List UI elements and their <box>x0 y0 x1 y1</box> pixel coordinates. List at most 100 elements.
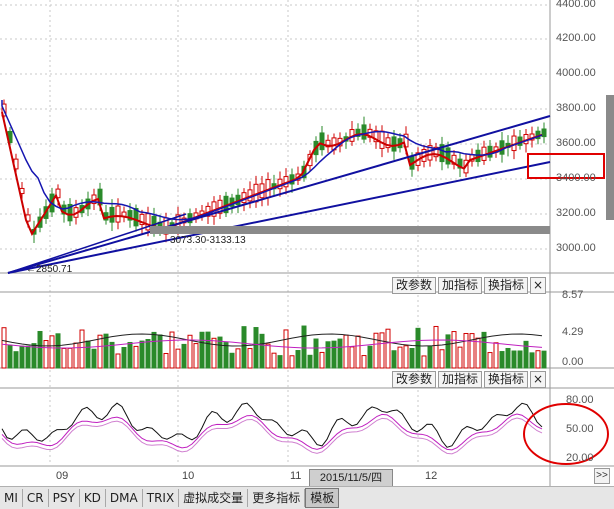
volume-bar <box>475 337 481 369</box>
month-label: 09 <box>56 470 69 482</box>
volume-bar <box>373 332 379 369</box>
volume-bar <box>139 340 145 369</box>
volume-bar <box>319 351 325 369</box>
volume-bar <box>85 340 91 369</box>
price-tick: 3000.00 <box>556 242 596 254</box>
volume-bar <box>331 340 337 369</box>
volume-bar <box>121 346 127 369</box>
price-tick: 4200.00 <box>556 32 596 44</box>
volume-bar <box>91 348 97 369</box>
tab-dma[interactable]: DMA <box>106 489 143 507</box>
volume-bar <box>487 352 493 369</box>
volume-bar <box>157 334 163 369</box>
tab-trix[interactable]: TRIX <box>143 489 180 507</box>
volume-bar <box>235 348 241 369</box>
volume-bar <box>1 327 7 369</box>
volume-bar <box>433 325 439 369</box>
month-label: 11 <box>290 470 302 482</box>
volume-bar <box>7 344 13 369</box>
modify-params-button[interactable]: 改参数 <box>392 371 437 388</box>
volume-tick: 4.29 <box>562 326 584 338</box>
price-tick: 4400.00 <box>556 0 596 10</box>
tab-virtual-volume[interactable]: 虚拟成交量 <box>179 489 249 507</box>
candle-body <box>361 124 367 140</box>
month-label: 10 <box>182 470 195 482</box>
volume-bar <box>469 333 475 369</box>
volume-bar <box>175 348 181 369</box>
volume-bar <box>523 340 529 369</box>
volume-bar <box>355 335 361 369</box>
volume-bar <box>277 355 283 369</box>
volume-bar <box>367 345 373 369</box>
swap-indicator-button[interactable]: 换指标 <box>484 371 529 388</box>
volume-bar <box>415 327 421 369</box>
add-indicator-button[interactable]: 加指标 <box>438 371 483 388</box>
volume-tick: 0.00 <box>562 356 584 368</box>
volume-bar <box>325 341 331 369</box>
tab-template[interactable]: 模板 <box>305 488 340 508</box>
volume-bar <box>517 350 523 369</box>
close-icon[interactable]: × <box>530 371 547 388</box>
volume-bar <box>43 340 49 369</box>
volume-bar <box>133 345 139 369</box>
close-icon[interactable]: × <box>530 277 547 294</box>
volume-bar <box>541 350 547 369</box>
date-tooltip: 2015/11/5/四 <box>309 469 393 487</box>
j-line <box>1 417 543 455</box>
price-panel <box>1 99 551 274</box>
add-indicator-button[interactable]: 加指标 <box>438 277 483 294</box>
volume-bar <box>151 331 157 369</box>
volume-bar <box>379 332 385 369</box>
volume-bar <box>385 328 391 369</box>
volume-tick: 8.57 <box>562 289 584 301</box>
volume-bar <box>61 347 67 369</box>
chart-canvas[interactable] <box>0 0 614 508</box>
volume-panel <box>1 325 547 369</box>
tab-cr[interactable]: CR <box>23 489 49 507</box>
volume-bar <box>223 342 229 369</box>
volume-bar <box>49 335 55 369</box>
ma5-line <box>1 111 543 236</box>
price-tick: 3800.00 <box>556 102 596 114</box>
volume-bar <box>127 341 133 369</box>
volume-bar <box>529 352 535 369</box>
volume-bar <box>163 352 169 369</box>
right-scrollbar[interactable] <box>606 95 614 220</box>
swap-indicator-button[interactable]: 换指标 <box>484 277 529 294</box>
volume-bar <box>343 334 349 369</box>
volume-bar <box>181 343 187 369</box>
candle-body <box>379 130 385 149</box>
volume-bar <box>535 350 541 369</box>
volume-bar <box>397 346 403 369</box>
volume-bar <box>259 333 265 369</box>
modify-params-button[interactable]: 改参数 <box>392 277 437 294</box>
scroll-right-button[interactable]: >> <box>594 468 610 484</box>
tab-kd[interactable]: KD <box>80 489 106 507</box>
candle-body <box>391 136 397 152</box>
tab-more-indicators[interactable]: 更多指标 <box>248 489 306 507</box>
volume-bar <box>403 345 409 369</box>
volume-bar <box>361 355 367 369</box>
volume-bar <box>241 326 247 369</box>
tab-psy[interactable]: PSY <box>49 489 80 507</box>
volume-bar <box>67 347 73 369</box>
volume-bar <box>307 354 313 369</box>
tab-mi[interactable]: MI <box>0 489 23 507</box>
volume-bar <box>499 351 505 369</box>
candle-body <box>115 205 121 223</box>
price-tick: 3600.00 <box>556 137 596 149</box>
kdj-tick: 20.00 <box>566 452 594 464</box>
volume-bar <box>283 329 289 369</box>
candle-body <box>445 147 451 165</box>
lower-trend-line <box>7 161 551 274</box>
volume-bar <box>229 352 235 369</box>
volume-bar <box>313 338 319 369</box>
volume-bar <box>295 350 301 369</box>
volume-bar <box>103 333 109 369</box>
volume-bar <box>427 346 433 369</box>
candle-body <box>109 206 115 223</box>
volume-bar <box>193 343 199 369</box>
volume-bar <box>55 333 61 369</box>
volume-bar <box>265 343 271 369</box>
volume-bar <box>463 332 469 369</box>
